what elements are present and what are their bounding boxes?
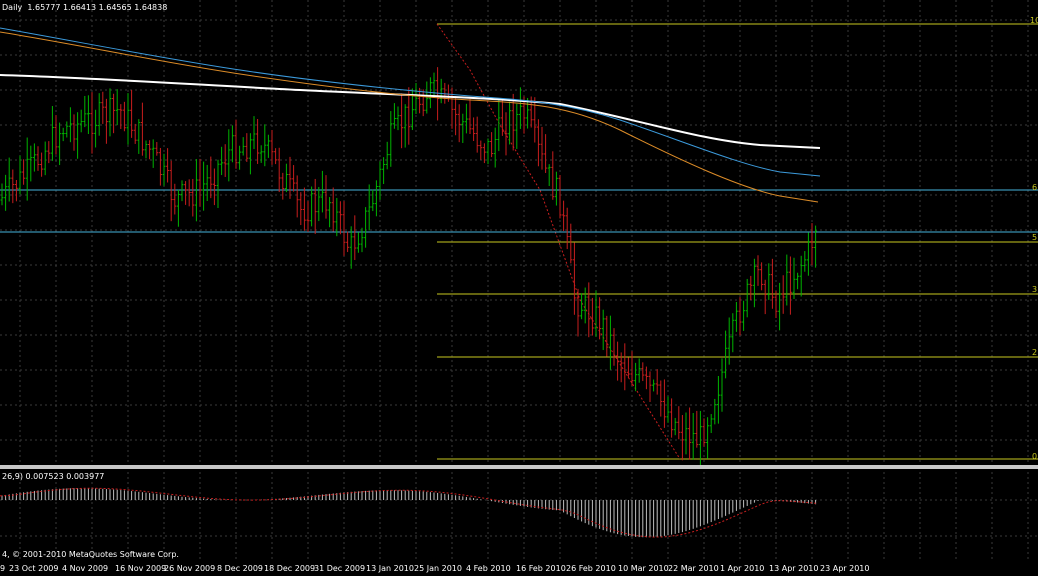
date-label: 22 Mar 2010 xyxy=(668,564,719,573)
date-label: 4 Nov 2009 xyxy=(62,564,109,573)
date-label: 26 Nov 2009 xyxy=(164,564,216,573)
ohlc-values: 1.65777 1.66413 1.64565 1.64838 xyxy=(27,3,168,12)
date-label: 9 xyxy=(0,564,6,573)
date-label: 23 Apr 2010 xyxy=(820,564,870,573)
indicator-title: 26,9) 0.007523 0.003977 xyxy=(2,472,104,482)
subwindow-separator[interactable] xyxy=(0,465,1038,469)
date-label: 10 Mar 2010 xyxy=(618,564,669,573)
copyright-label: 4, © 2001-2010 MetaQuotes Software Corp. xyxy=(2,550,179,559)
indicator-values: 0.007523 0.003977 xyxy=(25,472,105,481)
price-chart[interactable] xyxy=(0,0,1038,576)
date-label: 4 Feb 2010 xyxy=(466,564,511,573)
chart-title: Daily 1.65777 1.66413 1.64565 1.64838 xyxy=(2,3,167,13)
separator-bar xyxy=(0,465,1038,469)
chart-background xyxy=(0,0,1038,576)
indicator-params: 26,9) xyxy=(2,472,23,481)
date-label: 16 Nov 2009 xyxy=(115,564,167,573)
date-label: 13 Apr 2010 xyxy=(769,564,819,573)
fib-label-6: 6 xyxy=(1032,183,1038,192)
date-label: 25 Jan 2010 xyxy=(414,564,462,573)
fib-label-0: 0 xyxy=(1032,452,1038,461)
date-label: 13 Jan 2010 xyxy=(366,564,414,573)
period-label: Daily xyxy=(2,3,23,12)
fib-label-5: 5 xyxy=(1032,233,1038,242)
date-label: 31 Dec 2009 xyxy=(314,564,366,573)
date-label: 18 Dec 2009 xyxy=(264,564,316,573)
date-label: 1 Apr 2010 xyxy=(720,564,765,573)
date-label: 23 Oct 2009 xyxy=(9,564,59,573)
fib-label-10: 10 xyxy=(1030,16,1038,25)
fib-label-2: 2 xyxy=(1032,348,1038,357)
fib-label-3: 3 xyxy=(1032,285,1038,294)
date-label: 8 Dec 2009 xyxy=(217,564,264,573)
date-label: 16 Feb 2010 xyxy=(516,564,566,573)
date-label: 26 Feb 2010 xyxy=(566,564,616,573)
